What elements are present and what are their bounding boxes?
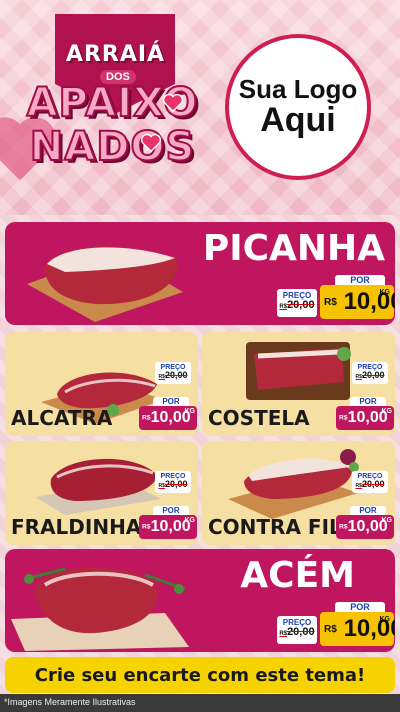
product-card-contrafile[interactable]: CONTRA FILÉ PREÇO R$20,00 POR R$10,00 KG	[202, 441, 395, 545]
price-contrafile: R$10,00 KG	[336, 515, 394, 539]
product-name-costela: COSTELA	[208, 406, 310, 430]
old-price-tag: PREÇO R$20,00	[155, 471, 191, 493]
picanha-photo	[27, 246, 183, 322]
heart-icon	[162, 93, 184, 113]
price-picanha: R$ 10,00 KG	[320, 285, 395, 319]
event-banner: ARRAIÁ DOS APAIXO NADOS	[26, 14, 198, 204]
banner-title: ARRAIÁ	[65, 42, 166, 67]
price-box-picanha: PREÇO R$20,00 POR R$ 10,00 KG	[277, 275, 395, 321]
old-price-tag: PREÇO R$20,00	[352, 471, 388, 493]
product-card-picanha[interactable]: PICANHA PREÇO R$20,00 POR R$ 10,00 KG	[5, 222, 395, 325]
old-price-tag: PREÇO R$20,00	[352, 362, 388, 384]
logo-text-line2: Aqui	[260, 101, 336, 140]
price-box-acem: PREÇO R$20,00 POR R$ 10,00 KG	[277, 602, 395, 648]
product-name-contrafile: CONTRA FILÉ	[208, 515, 356, 539]
header: ARRAIÁ DOS APAIXO NADOS Sua Logo Aqui	[0, 0, 400, 215]
price-acem: R$ 10,00 KG	[320, 612, 395, 646]
product-card-alcatra[interactable]: ALCATRA PREÇO R$20,00 POR R$10,00 KG	[5, 332, 198, 436]
price-fraldinha: R$10,00 KG	[139, 515, 197, 539]
product-card-costela[interactable]: COSTELA PREÇO R$20,00 POR R$10,00 KG	[202, 332, 395, 436]
product-name-acem: ACÉM	[240, 555, 355, 596]
old-price-tag: PREÇO R$20,00	[277, 616, 317, 644]
price-alcatra: R$10,00 KG	[139, 406, 197, 430]
product-name-fraldinha: FRALDINHA	[11, 515, 142, 539]
price-costela: R$10,00 KG	[336, 406, 394, 430]
acem-photo	[11, 567, 189, 651]
heart-icon	[140, 133, 162, 153]
footnote: *Imagens Meramente Ilustrativas	[0, 694, 400, 712]
old-price-tag: PREÇO R$20,00	[155, 362, 191, 384]
price-box-fraldinha: PREÇO R$20,00 POR R$10,00 KG	[139, 451, 198, 545]
product-card-acem[interactable]: ACÉM PREÇO R$20,00 POR R$ 10,00 KG	[5, 549, 395, 652]
product-name-picanha: PICANHA	[202, 228, 385, 269]
price-box-costela: PREÇO R$20,00 POR R$10,00 KG	[336, 342, 395, 436]
price-box-alcatra: PREÇO R$20,00 POR R$10,00 KG	[139, 342, 198, 436]
logo-placeholder: Sua Logo Aqui	[225, 34, 371, 180]
cta-banner[interactable]: Crie seu encarte com este tema!	[5, 657, 395, 693]
old-price-tag: PREÇO R$20,00	[277, 289, 317, 317]
product-name-alcatra: ALCATRA	[11, 406, 113, 430]
banner-headline-2: NADOS	[29, 123, 196, 171]
logo-text-line1: Sua Logo	[238, 73, 358, 104]
price-box-contrafile: PREÇO R$20,00 POR R$10,00 KG	[336, 451, 395, 545]
product-card-fraldinha[interactable]: FRALDINHA PREÇO R$20,00 POR R$10,00 KG	[5, 441, 198, 545]
